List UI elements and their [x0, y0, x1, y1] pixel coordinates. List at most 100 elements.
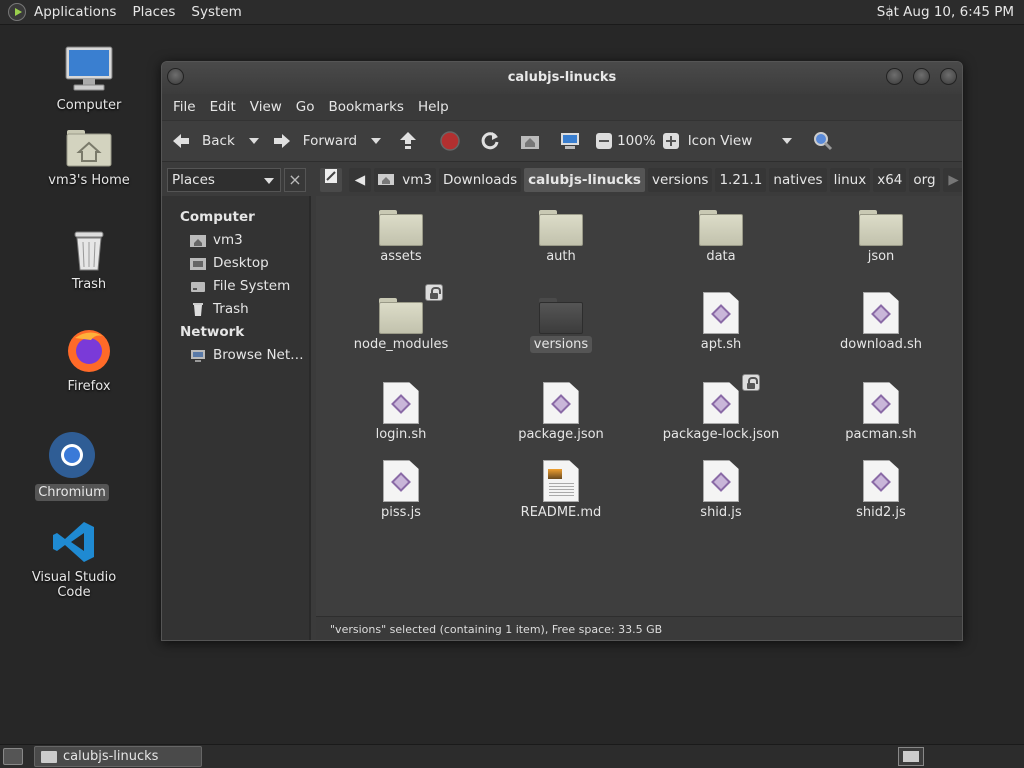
breadcrumb-left-arrow[interactable]: ◀ — [349, 168, 371, 192]
file-name: pacman.sh — [845, 427, 917, 442]
back-history-dropdown[interactable] — [248, 138, 259, 144]
desktop-icon-vscode[interactable]: Visual Studio Code — [14, 519, 134, 601]
view-mode-dropdown[interactable] — [781, 138, 792, 144]
home-icon[interactable] — [519, 130, 541, 152]
drive-icon — [191, 282, 205, 292]
window-title: calubjs-linucks — [507, 70, 617, 85]
desktop-icon-trash[interactable]: Trash — [29, 228, 149, 293]
desktop-icon — [190, 258, 206, 270]
folder-icon — [539, 298, 583, 334]
taskbar-window-button[interactable]: calubjs-linucks — [34, 746, 202, 767]
breadcrumb-item-linux[interactable]: linux — [829, 168, 871, 192]
view-mode-select[interactable]: Icon View — [688, 126, 778, 156]
sidebar-item-browse-network[interactable]: Browse Net… — [162, 344, 309, 367]
folder-icon — [379, 298, 423, 334]
up-arrow-icon[interactable] — [397, 130, 419, 152]
home-icon — [378, 174, 394, 185]
breadcrumb-item-natives[interactable]: natives — [769, 168, 827, 192]
file-name: login.sh — [375, 427, 427, 442]
file-item[interactable]: shid2.js — [806, 460, 956, 521]
system-menu[interactable]: System — [183, 0, 249, 25]
file-view[interactable]: assets auth data json node_modules versi… — [316, 196, 962, 616]
back-button[interactable]: Back — [170, 126, 235, 156]
zoom-in-icon[interactable] — [660, 130, 682, 152]
sidebar-item-desktop[interactable]: Desktop — [162, 252, 309, 275]
computer-icon[interactable] — [559, 130, 581, 152]
applications-logo-icon[interactable] — [8, 3, 26, 21]
home-icon — [190, 235, 206, 247]
file-item[interactable]: apt.sh — [646, 292, 796, 353]
trash-icon — [74, 231, 104, 271]
chevron-down-icon — [264, 178, 274, 184]
file-name: package.json — [518, 427, 604, 442]
file-name: download.sh — [839, 337, 922, 352]
file-item[interactable]: login.sh — [326, 382, 476, 443]
file-item[interactable]: assets — [326, 210, 476, 265]
applications-menu[interactable]: Applications — [26, 0, 124, 25]
zoom-level[interactable]: 100% — [617, 126, 656, 156]
breadcrumb-item-downloads[interactable]: Downloads — [439, 168, 522, 192]
close-sidebar-button[interactable]: × — [284, 168, 306, 192]
file-item[interactable]: download.sh — [806, 292, 956, 353]
file-name: shid.js — [700, 505, 742, 520]
folder-icon — [699, 210, 743, 246]
desktop-icon-home[interactable]: vm3's Home — [29, 128, 149, 189]
file-item[interactable]: auth — [486, 210, 636, 265]
file-name: package-lock.json — [662, 427, 780, 442]
desktop-icon-firefox[interactable]: Firefox — [29, 326, 149, 395]
close-button[interactable] — [940, 68, 957, 85]
file-item[interactable]: node_modules — [326, 284, 476, 353]
menu-go[interactable]: Go — [289, 99, 322, 115]
sidebar-item-vm3[interactable]: vm3 — [162, 229, 309, 252]
workspace-switcher[interactable] — [898, 747, 924, 766]
file-item[interactable]: shid.js — [646, 460, 796, 521]
breadcrumb-item-current[interactable]: calubjs-linucks — [524, 168, 645, 192]
search-icon[interactable] — [812, 130, 834, 152]
script-file-icon — [863, 382, 899, 424]
file-item[interactable]: package.json — [486, 382, 636, 443]
desktop-icon-chromium[interactable]: Chromium — [12, 430, 132, 501]
breadcrumb-right-arrow[interactable]: ▶ — [942, 168, 962, 192]
stop-icon[interactable] — [439, 130, 461, 152]
file-item[interactable]: versions — [486, 298, 636, 353]
desktop-icon-label: Chromium — [35, 484, 109, 501]
clock[interactable]: Sat Aug 10, 6:45 PM — [877, 0, 1014, 25]
sidebar-item-trash[interactable]: Trash — [162, 298, 309, 321]
places-menu[interactable]: Places — [124, 0, 183, 25]
minimize-button[interactable] — [886, 68, 903, 85]
reload-icon[interactable] — [479, 130, 501, 152]
menu-help[interactable]: Help — [411, 99, 456, 115]
edit-location-button[interactable] — [320, 168, 342, 192]
sidebar-heading-network: Network — [180, 324, 245, 340]
sidebar-heading-computer: Computer — [180, 209, 255, 225]
menu-view[interactable]: View — [243, 99, 289, 115]
places-combo[interactable]: Places — [167, 168, 281, 192]
file-name: json — [867, 249, 895, 264]
breadcrumb-item-version[interactable]: 1.21.1 — [715, 168, 767, 192]
file-item[interactable]: json — [806, 210, 956, 265]
file-item[interactable]: README.md — [486, 460, 636, 521]
forward-history-dropdown[interactable] — [371, 138, 382, 144]
back-label: Back — [202, 133, 235, 149]
forward-arrow-icon — [273, 134, 290, 148]
sidebar-item-file-system[interactable]: File System — [162, 275, 309, 298]
breadcrumb-item-versions[interactable]: versions — [647, 168, 713, 192]
desktop-icon-computer[interactable]: Computer — [29, 45, 149, 114]
menu-edit[interactable]: Edit — [203, 99, 243, 115]
show-desktop-button[interactable] — [3, 748, 23, 765]
places-sidebar: Computer vm3 Desktop File System Trash N… — [162, 196, 311, 640]
breadcrumb-item-x64[interactable]: x64 — [873, 168, 907, 192]
breadcrumb-item-vm3[interactable]: vm3 — [374, 168, 437, 192]
forward-button[interactable]: Forward — [271, 126, 357, 156]
menu-bookmarks[interactable]: Bookmarks — [322, 99, 411, 115]
zoom-out-icon[interactable] — [593, 130, 615, 152]
file-item[interactable]: data — [646, 210, 796, 265]
breadcrumb-item-org[interactable]: org — [909, 168, 940, 192]
file-item[interactable]: package-lock.json — [646, 374, 796, 443]
top-panel: Applications Places System Sat Aug 10, 6… — [0, 0, 1024, 25]
menu-file[interactable]: File — [166, 99, 203, 115]
file-item[interactable]: piss.js — [326, 460, 476, 521]
file-item[interactable]: pacman.sh — [806, 382, 956, 443]
maximize-button[interactable] — [913, 68, 930, 85]
window-titlebar[interactable]: calubjs-linucks — [162, 62, 962, 94]
